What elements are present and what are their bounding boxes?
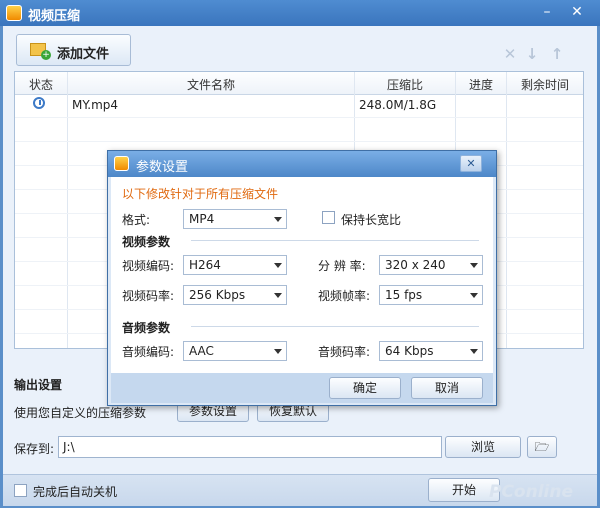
- audio-bitrate-select[interactable]: 64 Kbps: [379, 341, 483, 361]
- notice-text: 以下修改针对于所有压缩文件: [122, 187, 279, 201]
- clock-icon: [33, 97, 45, 109]
- dialog-title: 参数设置: [136, 160, 189, 175]
- dialog-logo-icon: [114, 156, 129, 171]
- format-select[interactable]: MP4: [183, 209, 287, 229]
- row-filename: MY.mp4: [72, 98, 119, 112]
- dialog-footer: 确定 取消: [111, 373, 493, 403]
- audio-bitrate-value: 64 Kbps: [385, 344, 434, 358]
- shutdown-label: 完成后自动关机: [33, 485, 118, 499]
- audio-bitrate-label: 音频码率:: [318, 345, 371, 359]
- chevron-down-icon: [274, 263, 282, 268]
- plus-icon: +: [41, 50, 51, 60]
- dialog-close-button[interactable]: ✕: [460, 155, 482, 172]
- video-bitrate-select[interactable]: 256 Kbps: [183, 285, 287, 305]
- chevron-down-icon: [470, 349, 478, 354]
- section-divider: [191, 240, 479, 241]
- ok-button[interactable]: 确定: [329, 377, 401, 399]
- col-filename[interactable]: 文件名称: [68, 76, 354, 93]
- close-icon[interactable]: ✕: [502, 46, 518, 62]
- keep-ratio-label: 保持长宽比: [341, 213, 402, 227]
- close-window-button[interactable]: ✕: [565, 3, 589, 21]
- save-path-input[interactable]: J:\: [58, 436, 442, 458]
- framerate-value: 15 fps: [385, 288, 423, 302]
- col-status[interactable]: 状态: [15, 76, 67, 93]
- app-logo-icon: [6, 5, 22, 21]
- resolution-select[interactable]: 320 x 240: [379, 255, 483, 275]
- cancel-button[interactable]: 取消: [411, 377, 483, 399]
- param-dialog: 参数设置 ✕ 以下修改针对于所有压缩文件 格式: MP4 保持长宽比 视频参数 …: [107, 150, 497, 406]
- arrow-down-icon[interactable]: ↓: [524, 46, 540, 62]
- open-folder-button[interactable]: 🗁: [527, 436, 557, 458]
- browse-button[interactable]: 浏览: [445, 436, 521, 458]
- add-file-label: 添加文件: [57, 47, 110, 62]
- title-bar: 视频压缩 – ✕: [0, 0, 600, 26]
- format-label: 格式:: [122, 213, 151, 227]
- main-panel: + 添加文件 ✕ ↓ ↑ 状态 文件名称 压缩比 进度 剩余时间 MY.mp4 …: [3, 26, 597, 506]
- col-progress[interactable]: 进度: [456, 76, 506, 93]
- output-settings-title: 输出设置: [14, 378, 63, 392]
- video-section-title: 视频参数: [122, 235, 171, 249]
- framerate-label: 视频帧率:: [318, 289, 371, 303]
- add-file-button[interactable]: + 添加文件: [16, 34, 131, 66]
- keep-ratio-checkbox[interactable]: [322, 211, 335, 224]
- empty-row: [15, 118, 583, 142]
- dialog-body: 以下修改针对于所有压缩文件 格式: MP4 保持长宽比 视频参数 视频编码: H…: [111, 177, 493, 373]
- video-codec-label: 视频编码:: [122, 259, 175, 273]
- shutdown-checkbox[interactable]: [14, 484, 27, 497]
- output-hint: 使用您自定义的压缩参数: [14, 406, 147, 420]
- col-remaining[interactable]: 剩余时间: [507, 76, 583, 93]
- audio-codec-label: 音频编码:: [122, 345, 175, 359]
- video-codec-select[interactable]: H264: [183, 255, 287, 275]
- chevron-down-icon: [470, 293, 478, 298]
- resolution-value: 320 x 240: [385, 258, 446, 272]
- dialog-title-bar: 参数设置 ✕: [108, 151, 496, 177]
- watermark-logo: PConline: [489, 482, 574, 502]
- video-bitrate-label: 视频码率:: [122, 289, 175, 303]
- open-folder-icon: 🗁: [534, 440, 550, 454]
- section-divider: [191, 326, 479, 327]
- resolution-label: 分 辨 率:: [318, 259, 366, 273]
- row-ratio: 248.0M/1.8G: [359, 98, 437, 112]
- format-value: MP4: [189, 212, 215, 226]
- window-title: 视频压缩: [28, 9, 81, 24]
- audio-codec-value: AAC: [189, 344, 214, 358]
- col-ratio[interactable]: 压缩比: [355, 76, 455, 93]
- audio-codec-select[interactable]: AAC: [183, 341, 287, 361]
- framerate-select[interactable]: 15 fps: [379, 285, 483, 305]
- chevron-down-icon: [470, 263, 478, 268]
- list-header: 状态 文件名称 压缩比 进度 剩余时间: [15, 72, 583, 95]
- chevron-down-icon: [274, 349, 282, 354]
- audio-section-title: 音频参数: [122, 321, 171, 335]
- video-codec-value: H264: [189, 258, 221, 272]
- chevron-down-icon: [274, 293, 282, 298]
- video-bitrate-value: 256 Kbps: [189, 288, 246, 302]
- app-window: 视频压缩 – ✕ + 添加文件 ✕ ↓ ↑ 状态 文件名称 压缩比 进度 剩余时…: [0, 0, 600, 508]
- minimize-button[interactable]: –: [535, 3, 559, 21]
- table-row[interactable]: MY.mp4 248.0M/1.8G: [15, 94, 583, 118]
- arrow-up-icon[interactable]: ↑: [549, 46, 565, 62]
- chevron-down-icon: [274, 217, 282, 222]
- save-to-label: 保存到:: [14, 442, 55, 456]
